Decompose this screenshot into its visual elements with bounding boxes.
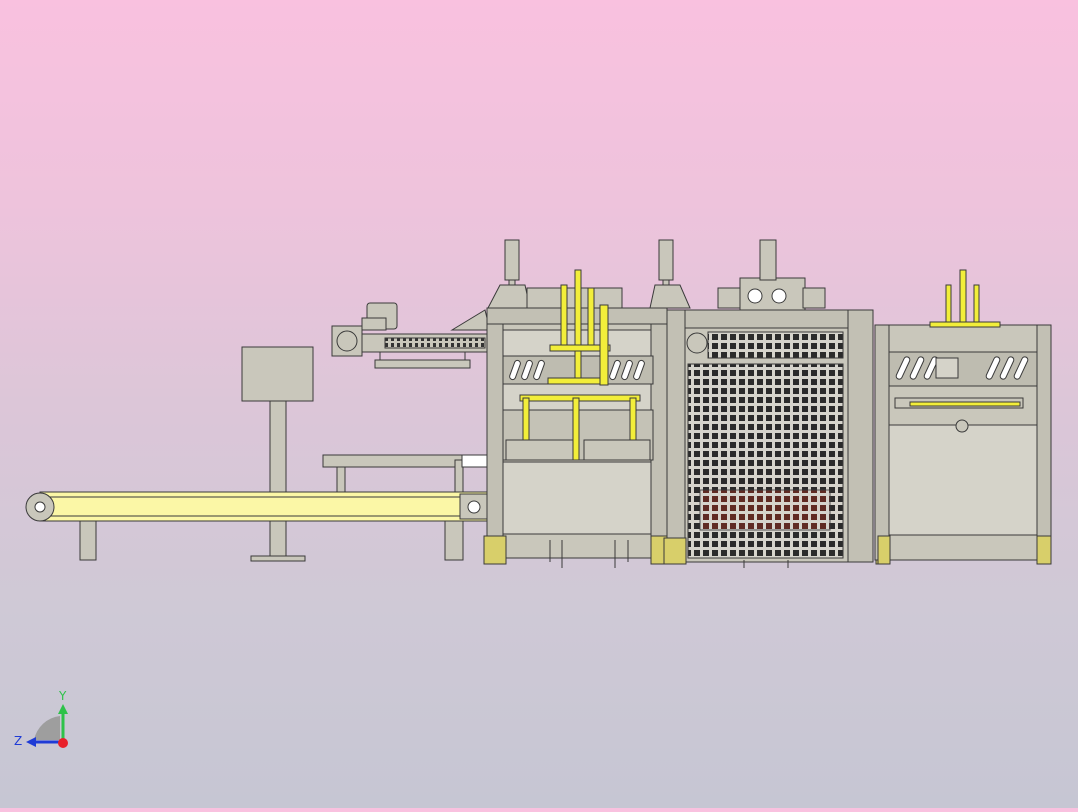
stacking-station xyxy=(874,324,1052,565)
control-cabinet xyxy=(241,346,314,562)
feed-drive-unit xyxy=(331,302,493,369)
y-axis-label: Y xyxy=(58,689,67,703)
machine-assembly-drawing[interactable]: Y Z xyxy=(0,0,1078,808)
view-orientation-triad[interactable]: Y Z xyxy=(14,689,68,748)
z-axis-label: Z xyxy=(14,734,22,748)
x-axis-origin-icon xyxy=(58,738,68,748)
forming-station xyxy=(483,239,691,568)
trimming-station-cage xyxy=(663,239,891,568)
infeed-conveyor xyxy=(25,454,489,561)
triad-sphere-icon xyxy=(34,716,60,740)
cad-viewport[interactable]: Y Z xyxy=(0,0,1078,808)
